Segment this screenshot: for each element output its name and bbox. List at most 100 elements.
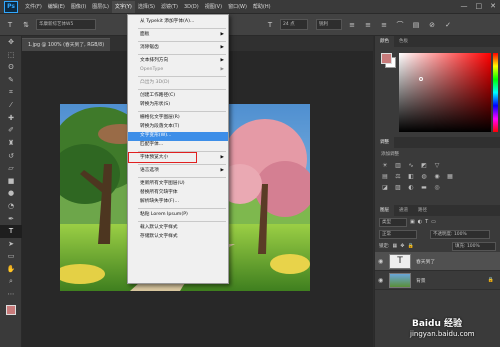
menu-item-resolve-missing-fonts[interactable]: 解析缺失字体(F)... — [128, 198, 228, 207]
more-tools-icon[interactable]: ⋯ — [0, 288, 22, 301]
zoom-tool-icon[interactable]: ⌕ — [0, 275, 22, 288]
layer-row[interactable]: ◉ 背景 🔒 — [375, 271, 500, 290]
font-size-select[interactable]: 24 点 — [280, 19, 308, 30]
tab-color[interactable]: 颜色 — [375, 36, 394, 47]
color-balance-icon[interactable]: ⚖ — [394, 173, 402, 180]
document-tab[interactable]: 1.jpg @ 100% (春天到了, RGB/8) — [22, 38, 111, 51]
tab-swatches[interactable]: 色板 — [394, 36, 413, 47]
menu-item-convert-to-paragraph[interactable]: 转换为段落文本(T) — [128, 123, 228, 132]
menu-item-anti-alias[interactable]: 消除锯齿 ▶ — [128, 44, 228, 53]
brightness-icon[interactable]: ☀ — [381, 162, 389, 169]
eraser-tool-icon[interactable]: ▱ — [0, 162, 22, 175]
antialias-select[interactable]: 锐利 — [316, 19, 342, 30]
healing-brush-tool-icon[interactable]: ✚ — [0, 112, 22, 125]
menu-select[interactable]: 选择(S) — [135, 1, 158, 13]
text-orientation-icon[interactable]: ⇅ — [20, 19, 32, 31]
posterize-icon[interactable]: ▨ — [394, 184, 402, 191]
menu-item-panels[interactable]: 面板 ▶ — [128, 31, 228, 40]
menu-item-update-all-type-layers[interactable]: 更新所有文字图层(U) — [128, 180, 228, 189]
menu-item-save-default-type-styles[interactable]: 存储默认文字样式 — [128, 233, 228, 242]
hand-tool-icon[interactable]: ✋ — [0, 263, 22, 276]
tab-adjustments[interactable]: 调整 — [375, 137, 394, 148]
menu-item-add-typekit-fonts[interactable]: 从 Typekit 添加字体(A)... — [128, 18, 228, 27]
type-tool-icon[interactable]: T — [4, 19, 16, 31]
levels-icon[interactable]: ▥ — [394, 162, 402, 169]
lasso-tool-icon[interactable]: ʘ — [0, 61, 22, 74]
menu-type[interactable]: 文字(Y) — [111, 0, 135, 13]
close-icon[interactable]: ✕ — [490, 2, 496, 10]
hue-slider[interactable] — [493, 53, 498, 132]
filter-shape-icon[interactable]: ▭ — [431, 219, 436, 225]
dodge-tool-icon[interactable]: ◔ — [0, 200, 22, 213]
color-lookup-icon[interactable]: ▦ — [446, 173, 454, 180]
lock-position-icon[interactable]: ✥ — [400, 243, 404, 249]
tab-layers[interactable]: 图层 — [375, 205, 394, 216]
shape-tool-icon[interactable]: ▭ — [0, 250, 22, 263]
lock-all-icon[interactable]: 🔒 — [407, 243, 413, 249]
photo-filter-icon[interactable]: ◍ — [420, 173, 428, 180]
quick-select-tool-icon[interactable]: ✎ — [0, 74, 22, 87]
menu-item-warp-text[interactable]: 文字变形(W)... — [128, 132, 228, 141]
crop-tool-icon[interactable]: ⌗ — [0, 86, 22, 99]
menu-file[interactable]: 文件(F) — [22, 1, 45, 13]
minimize-icon[interactable]: — — [461, 2, 468, 10]
menu-3d[interactable]: 3D(D) — [181, 1, 202, 13]
layer-row[interactable]: ◉ T 春天到了 — [375, 252, 500, 271]
menu-item-create-work-path[interactable]: 创建工作路径(C) — [128, 92, 228, 101]
menu-window[interactable]: 窗口(W) — [225, 1, 250, 13]
font-family-select[interactable]: 华康新综艺体W5 — [36, 19, 96, 30]
filter-pixel-icon[interactable]: ▣ — [410, 219, 415, 225]
menu-item-language-options[interactable]: 语言选项 ▶ — [128, 167, 228, 176]
maximize-icon[interactable]: □ — [476, 2, 483, 10]
menu-image[interactable]: 图像(I) — [68, 1, 89, 13]
align-left-icon[interactable]: ≡ — [346, 19, 358, 31]
eyedropper-tool-icon[interactable]: ⁄ — [0, 99, 22, 112]
fill-field[interactable]: 填充: 100% — [452, 241, 496, 251]
tab-channels[interactable]: 通道 — [394, 205, 413, 216]
selective-color-icon[interactable]: ◎ — [433, 184, 441, 191]
menu-item-rasterize-type-layer[interactable]: 栅格化文字图层(R) — [128, 114, 228, 123]
hue-saturation-icon[interactable]: ▤ — [381, 173, 389, 180]
toggle-panels-icon[interactable]: ▤ — [410, 19, 422, 31]
color-picker-handle[interactable] — [419, 77, 423, 81]
cancel-icon[interactable]: ⊘ — [426, 19, 438, 31]
menu-edit[interactable]: 编辑(E) — [45, 1, 68, 13]
move-tool-icon[interactable]: ✥ — [0, 36, 22, 49]
menu-item-load-default-type-styles[interactable]: 载入默认文字样式 — [128, 224, 228, 233]
filter-type-icon[interactable]: T — [425, 219, 428, 225]
type-tool-icon[interactable]: T — [0, 224, 22, 238]
gradient-tool-icon[interactable]: ■ — [0, 175, 22, 188]
gradient-map-icon[interactable]: ▬ — [420, 184, 428, 191]
blur-tool-icon[interactable]: ● — [0, 187, 22, 200]
menu-view[interactable]: 视图(V) — [202, 1, 225, 13]
vibrance-icon[interactable]: ▽ — [433, 162, 441, 169]
tab-paths[interactable]: 路径 — [413, 205, 432, 216]
visibility-eye-icon[interactable]: ◉ — [378, 258, 386, 265]
channel-mixer-icon[interactable]: ◉ — [433, 173, 441, 180]
warp-text-icon[interactable]: ⌒ — [394, 19, 406, 31]
curves-icon[interactable]: ∿ — [407, 162, 415, 169]
opacity-field[interactable]: 不透明度: 100% — [430, 229, 490, 239]
menu-help[interactable]: 帮助(H) — [250, 1, 274, 13]
menu-item-orientation[interactable]: 文本排列方向 ▶ — [128, 57, 228, 66]
pen-tool-icon[interactable]: ✒ — [0, 212, 22, 225]
path-select-tool-icon[interactable]: ➤ — [0, 238, 22, 251]
foreground-color-swatch[interactable] — [381, 53, 392, 64]
foreground-color-swatch[interactable] — [0, 300, 22, 320]
commit-icon[interactable]: ✓ — [442, 19, 454, 31]
color-picker-field[interactable] — [399, 53, 491, 132]
exposure-icon[interactable]: ◩ — [420, 162, 428, 169]
layer-filter-select[interactable]: 类型 — [379, 217, 407, 227]
menu-item-paste-lorem-ipsum[interactable]: 粘贴 Lorem Ipsum(P) — [128, 211, 228, 220]
filter-adjust-icon[interactable]: ◐ — [418, 219, 422, 225]
blend-mode-select[interactable]: 正常 — [379, 229, 417, 239]
clone-stamp-tool-icon[interactable]: ♜ — [0, 137, 22, 150]
black-white-icon[interactable]: ◧ — [407, 173, 415, 180]
visibility-eye-icon[interactable]: ◉ — [378, 277, 386, 284]
menu-layer[interactable]: 图层(L) — [89, 1, 112, 13]
menu-item-convert-to-shape[interactable]: 转换为形状(S) — [128, 101, 228, 110]
brush-tool-icon[interactable]: ✐ — [0, 124, 22, 137]
marquee-tool-icon[interactable]: ⬚ — [0, 49, 22, 62]
menu-item-replace-missing-fonts[interactable]: 替换所有欠缺字体 — [128, 189, 228, 198]
threshold-icon[interactable]: ◐ — [407, 184, 415, 191]
